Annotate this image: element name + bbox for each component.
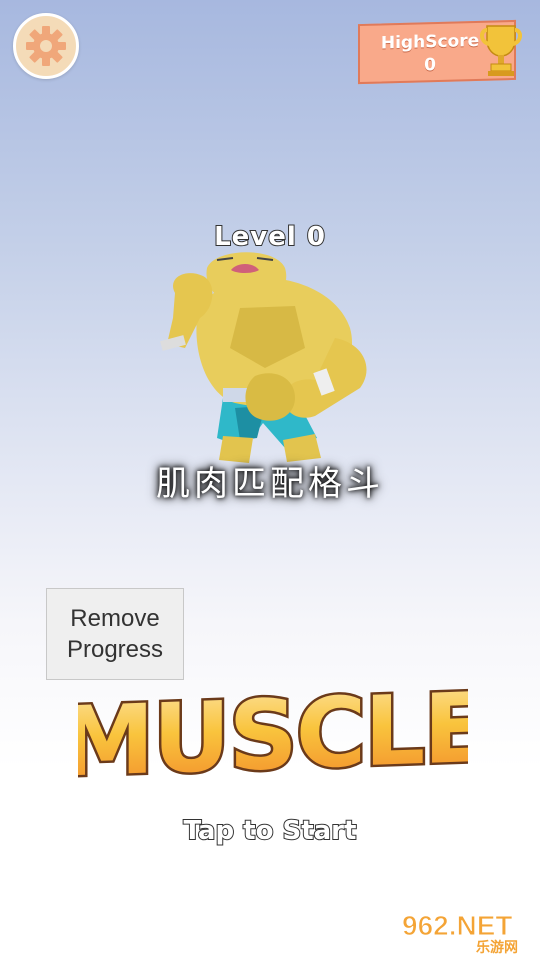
muscle-character [160,252,367,463]
watermark-logo: 962.NET 乐游网 [402,910,536,957]
watermark-sub: 乐游网 [476,940,518,956]
gear-icon [26,26,66,66]
logo-text: MUSCLE [78,680,468,795]
highscore-label: HighScore [380,30,480,54]
trophy-icon [480,25,522,76]
tap-to-start-label[interactable]: Tap to Start [150,815,390,847]
game-title-cn: 肌肉匹配格斗 [156,464,384,504]
muscle-logo: MUSCLE [78,680,468,795]
settings-button[interactable] [13,13,79,79]
remove-progress-button[interactable]: Remove Progress [46,588,184,680]
highscore-value: 0 [424,55,436,76]
